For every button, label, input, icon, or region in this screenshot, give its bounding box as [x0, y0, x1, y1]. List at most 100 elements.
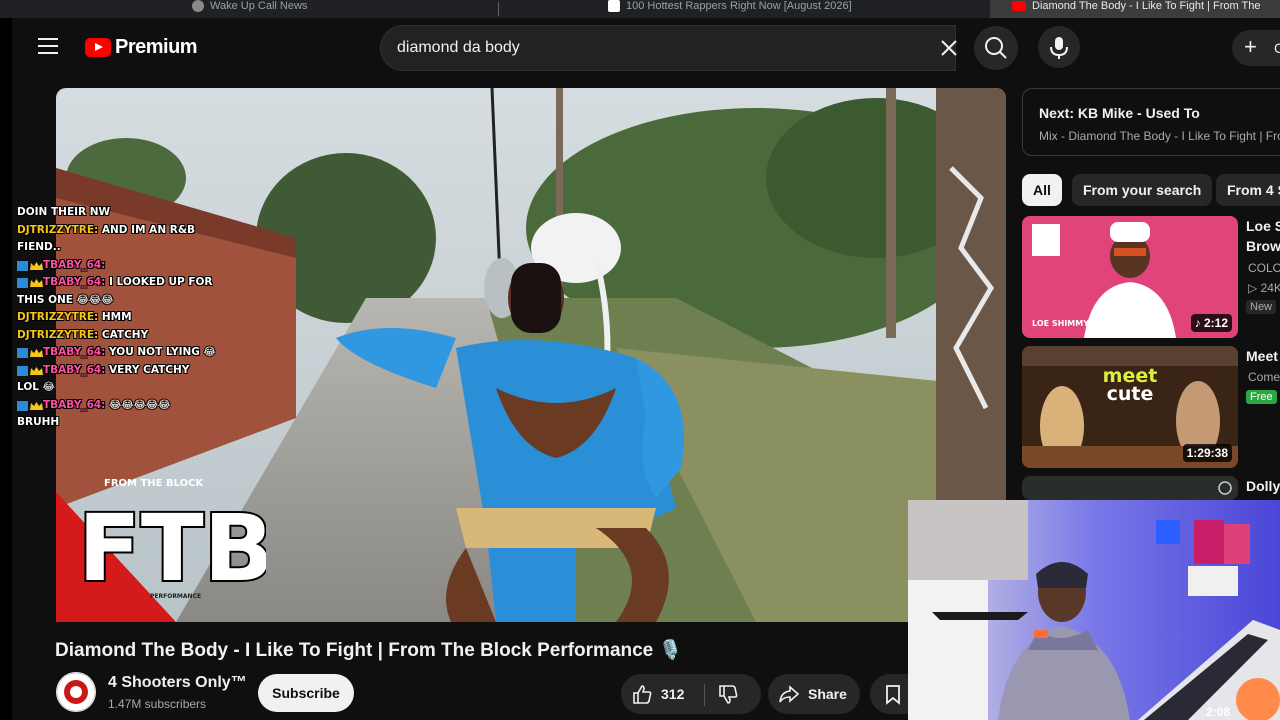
ftb-top-text: FROM THE BLOCK — [104, 478, 204, 489]
search-input[interactable] — [397, 36, 897, 60]
up-next-card[interactable]: Next: KB Mike - Used To Mix - Diamond Th… — [1022, 88, 1280, 156]
share-label: Share — [808, 686, 847, 702]
create-label: C — [1274, 40, 1280, 56]
window-edge — [0, 18, 12, 720]
tab-title: Wake Up Call News — [210, 0, 308, 12]
like-divider — [704, 684, 705, 706]
subscriber-count: 1.47M subscribers — [108, 697, 207, 711]
chat-username[interactable]: DJTRIZZYTRE: — [17, 311, 98, 323]
thumbs-up-icon[interactable] — [631, 683, 653, 705]
chat-badge-icon — [17, 400, 43, 411]
like-dislike-bar: 312 — [621, 674, 761, 714]
microphone-icon — [1050, 37, 1068, 59]
like-count: 312 — [661, 686, 685, 702]
chip-from-channel[interactable]: From 4 S — [1216, 174, 1280, 206]
recommended-channel: COLO — [1248, 261, 1280, 275]
browser-tab-active[interactable]: Diamond The Body - I Like To Fight | Fro… — [990, 0, 1280, 18]
browser-tab-strip: Wake Up Call News 100 Hottest Rappers Ri… — [0, 0, 1280, 18]
tab-divider — [498, 2, 499, 16]
chat-message: TBABY_64: I LOOKED UP FOR THIS ONE 😂😂😂 — [17, 274, 217, 309]
tab-title: Diamond The Body - I Like To Fight | Fro… — [1032, 0, 1261, 12]
chat-text: HMM — [101, 311, 132, 323]
tab-title: 100 Hottest Rappers Right Now [August 20… — [626, 0, 852, 12]
chat-message: DJTRIZZYTRE: HMM — [17, 309, 217, 327]
menu-icon[interactable] — [38, 38, 58, 54]
voice-search-button[interactable] — [1038, 26, 1080, 68]
chat-text: VERY CATCHY — [109, 363, 190, 376]
search-button[interactable] — [974, 26, 1018, 70]
chat-message: BRUHH — [17, 414, 217, 432]
youtube-icon — [1012, 1, 1026, 11]
chat-text: BRUHH — [17, 416, 60, 428]
site-icon — [608, 0, 620, 12]
chip-from-your-search[interactable]: From your search — [1072, 174, 1213, 206]
channel-avatar[interactable] — [56, 672, 96, 712]
chat-message: LOL 😂 — [17, 379, 217, 397]
ftb-main-text: FTB — [78, 495, 266, 602]
channel-name[interactable]: 4 Shooters Only™ — [108, 674, 247, 692]
new-badge: New — [1246, 300, 1277, 314]
subscribe-button[interactable]: Subscribe — [258, 674, 354, 712]
chat-username[interactable]: TBABY_64: — [43, 276, 105, 288]
logo-text: Premium — [115, 36, 198, 58]
youtube-play-icon — [85, 38, 111, 57]
webcam-timestamp: 2:08 — [1206, 705, 1231, 719]
share-arrow-icon — [779, 685, 800, 703]
recommended-thumbnail[interactable] — [1022, 476, 1238, 500]
video-duration: 1:29:38 — [1182, 444, 1232, 462]
thumbs-down-icon[interactable] — [717, 684, 739, 706]
chat-message: DOIN THEIR NW — [17, 204, 217, 222]
webcam-overlay — [908, 500, 1280, 720]
chat-badge-icon — [17, 365, 43, 376]
up-next-video-title: KB Mike - Used To — [1077, 105, 1200, 121]
chat-badge-icon — [17, 347, 43, 358]
chat-text: CATCHY — [101, 328, 149, 341]
browser-tab[interactable]: 100 Hottest Rappers Right Now [August 20… — [608, 0, 980, 18]
chip-all[interactable]: All — [1022, 174, 1062, 206]
up-next-title: Next: KB Mike - Used To — [1039, 105, 1200, 121]
up-next-label: Next: — [1039, 105, 1075, 121]
stream-chat: DOIN THEIR NW DJTRIZZYTRE: AND IM AN R&B … — [17, 204, 217, 432]
webcam-feed — [908, 500, 1280, 720]
video-duration: ♪ 2:12 — [1190, 314, 1232, 332]
chat-message: DJTRIZZYTRE: AND IM AN R&B FIEND.. — [17, 222, 217, 257]
recommended-title[interactable]: Loe S — [1246, 218, 1280, 234]
recommended-thumbnail[interactable]: meet cute 1:29:38 — [1022, 346, 1238, 468]
up-next-playlist: Mix - Diamond The Body - I Like To Fight… — [1039, 129, 1280, 143]
recommended-channel: Come — [1248, 370, 1280, 384]
chat-text: LOL 😂 — [17, 381, 55, 393]
masthead: Premium + C — [12, 18, 1280, 78]
chat-username[interactable]: TBABY_64: — [43, 399, 105, 411]
chat-text: YOU NOT LYING 😂 — [109, 346, 216, 358]
recommended-title[interactable]: Dolly — [1246, 478, 1280, 494]
chat-message: TBABY_64: VERY CATCHY — [17, 362, 217, 380]
chat-badge-icon — [17, 277, 43, 288]
recommended-title[interactable]: Meet — [1246, 348, 1278, 364]
thumbnail-text: LOE SHIMMY — [1032, 319, 1089, 328]
youtube-premium-logo[interactable]: Premium — [85, 36, 198, 59]
clear-search-icon[interactable] — [939, 38, 959, 58]
video-title: Diamond The Body - I Like To Fight | Fro… — [55, 640, 683, 661]
chat-username[interactable]: TBABY_64: — [43, 364, 105, 376]
chat-text: 😂😂😂😂😂 — [109, 398, 171, 411]
recommended-title-line2[interactable]: Brow — [1246, 238, 1280, 254]
chat-badge-icon — [17, 260, 43, 271]
chat-text: DOIN THEIR NW — [17, 206, 111, 218]
chat-username[interactable]: TBABY_64: — [43, 259, 105, 271]
free-badge: Free — [1246, 390, 1277, 404]
chat-username[interactable]: TBABY_64: — [43, 346, 105, 358]
bookmark-icon — [886, 685, 900, 705]
chat-username[interactable]: DJTRIZZYTRE: — [17, 329, 98, 341]
browser-tab[interactable]: Wake Up Call News — [192, 0, 492, 18]
chat-message: TBABY_64: — [17, 257, 217, 275]
recommended-thumbnail[interactable]: LOE SHIMMY ♪ 2:12 — [1022, 216, 1238, 338]
ftb-logo: FROM THE BLOCK FTB PERFORMANCE — [56, 472, 276, 622]
globe-icon — [192, 0, 204, 12]
recommended-views: ▷ 24K — [1248, 281, 1280, 295]
chat-message: TBABY_64: YOU NOT LYING 😂 — [17, 344, 217, 362]
plus-icon: + — [1244, 34, 1257, 59]
chat-message: TBABY_64: 😂😂😂😂😂 — [17, 397, 217, 415]
chat-username[interactable]: DJTRIZZYTRE: — [17, 224, 98, 236]
share-button[interactable]: Share — [768, 674, 860, 714]
create-button[interactable]: + C — [1232, 30, 1280, 66]
